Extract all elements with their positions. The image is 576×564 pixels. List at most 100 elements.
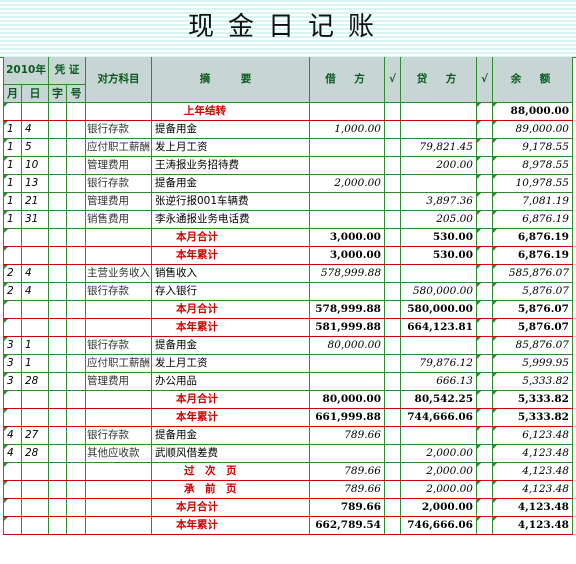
debit-check-cell[interactable] <box>384 138 401 157</box>
month-cell[interactable] <box>3 318 22 337</box>
month-cell[interactable]: 2 <box>3 282 22 301</box>
debit-cell[interactable]: 3,000.00 <box>309 228 385 247</box>
day-cell[interactable]: 13 <box>21 174 49 193</box>
zi-cell[interactable] <box>48 210 67 229</box>
account-cell[interactable]: 销售费用 <box>85 210 152 229</box>
account-cell[interactable]: 管理费用 <box>85 372 152 391</box>
zi-cell[interactable] <box>48 300 67 319</box>
credit-cell[interactable]: 664,123.81 <box>400 318 477 337</box>
day-cell[interactable]: 28 <box>21 372 49 391</box>
account-cell[interactable]: 银行存款 <box>85 426 152 445</box>
zi-cell[interactable] <box>48 444 67 463</box>
hao-cell[interactable] <box>66 102 86 121</box>
balance-cell[interactable]: 8,978.55 <box>492 156 573 175</box>
debit-check-cell[interactable] <box>384 498 401 517</box>
hao-cell[interactable] <box>66 282 86 301</box>
month-cell[interactable]: 1 <box>3 174 22 193</box>
debit-check-cell[interactable] <box>384 300 401 319</box>
debit-check-cell[interactable] <box>384 264 401 283</box>
account-cell[interactable]: 银行存款 <box>85 120 152 139</box>
day-cell[interactable] <box>21 246 49 265</box>
zi-cell[interactable] <box>48 354 67 373</box>
debit-check-cell[interactable] <box>384 246 401 265</box>
debit-cell[interactable]: 789.66 <box>309 426 385 445</box>
debit-check-cell[interactable] <box>384 318 401 337</box>
summary-cell[interactable]: 本年累计 <box>151 516 310 535</box>
credit-check-cell[interactable] <box>476 354 493 373</box>
day-cell[interactable] <box>21 498 49 517</box>
balance-cell[interactable]: 6,123.48 <box>492 426 573 445</box>
credit-check-cell[interactable] <box>476 444 493 463</box>
balance-cell[interactable]: 5,333.82 <box>492 390 573 409</box>
credit-check-cell[interactable] <box>476 120 493 139</box>
summary-cell[interactable]: 提备用金 <box>151 336 310 355</box>
account-cell[interactable]: 银行存款 <box>85 336 152 355</box>
balance-cell[interactable]: 6,876.19 <box>492 228 573 247</box>
account-cell[interactable]: 主营业务收入 <box>85 264 152 283</box>
credit-check-cell[interactable] <box>476 210 493 229</box>
credit-cell[interactable]: 580,000.00 <box>400 300 477 319</box>
day-cell[interactable] <box>21 102 49 121</box>
month-cell[interactable]: 1 <box>3 138 22 157</box>
debit-check-cell[interactable] <box>384 354 401 373</box>
hao-cell[interactable] <box>66 120 86 139</box>
credit-check-cell[interactable] <box>476 174 493 193</box>
debit-check-cell[interactable] <box>384 390 401 409</box>
debit-cell[interactable] <box>309 282 385 301</box>
debit-check-cell[interactable] <box>384 120 401 139</box>
zi-cell[interactable] <box>48 156 67 175</box>
zi-cell[interactable] <box>48 426 67 445</box>
balance-cell[interactable]: 5,333.82 <box>492 408 573 427</box>
debit-cell[interactable]: 662,789.54 <box>309 516 385 535</box>
hao-cell[interactable] <box>66 246 86 265</box>
debit-check-cell[interactable] <box>384 462 401 481</box>
day-cell[interactable]: 4 <box>21 264 49 283</box>
zi-cell[interactable] <box>48 264 67 283</box>
day-cell[interactable]: 4 <box>21 282 49 301</box>
day-cell[interactable] <box>21 300 49 319</box>
credit-check-cell[interactable] <box>476 192 493 211</box>
debit-cell[interactable] <box>309 192 385 211</box>
credit-cell[interactable] <box>400 120 477 139</box>
zi-cell[interactable] <box>48 318 67 337</box>
account-cell[interactable]: 银行存款 <box>85 174 152 193</box>
account-cell[interactable] <box>85 390 152 409</box>
zi-cell[interactable] <box>48 462 67 481</box>
account-cell[interactable]: 管理费用 <box>85 192 152 211</box>
hao-cell[interactable] <box>66 156 86 175</box>
month-cell[interactable]: 4 <box>3 426 22 445</box>
balance-cell[interactable]: 89,000.00 <box>492 120 573 139</box>
debit-check-cell[interactable] <box>384 336 401 355</box>
credit-check-cell[interactable] <box>476 138 493 157</box>
debit-check-cell[interactable] <box>384 174 401 193</box>
summary-cell[interactable]: 过 次 页 <box>151 462 310 481</box>
day-cell[interactable] <box>21 228 49 247</box>
zi-cell[interactable] <box>48 102 67 121</box>
credit-cell[interactable] <box>400 102 477 121</box>
month-cell[interactable]: 2 <box>3 264 22 283</box>
credit-cell[interactable]: 746,666.06 <box>400 516 477 535</box>
summary-cell[interactable]: 本月合计 <box>151 390 310 409</box>
debit-check-cell[interactable] <box>384 102 401 121</box>
zi-cell[interactable] <box>48 498 67 517</box>
balance-cell[interactable]: 4,123.48 <box>492 444 573 463</box>
debit-check-cell[interactable] <box>384 228 401 247</box>
debit-cell[interactable]: 578,999.88 <box>309 264 385 283</box>
day-cell[interactable] <box>21 390 49 409</box>
month-cell[interactable]: 1 <box>3 120 22 139</box>
debit-check-cell[interactable] <box>384 210 401 229</box>
zi-cell[interactable] <box>48 390 67 409</box>
summary-cell[interactable]: 本年累计 <box>151 408 310 427</box>
hao-cell[interactable] <box>66 138 86 157</box>
day-cell[interactable]: 4 <box>21 120 49 139</box>
credit-check-cell[interactable] <box>476 516 493 535</box>
zi-cell[interactable] <box>48 282 67 301</box>
summary-cell[interactable]: 本月合计 <box>151 300 310 319</box>
hao-cell[interactable] <box>66 444 86 463</box>
debit-cell[interactable]: 578,999.88 <box>309 300 385 319</box>
summary-cell[interactable]: 存入银行 <box>151 282 310 301</box>
summary-cell[interactable]: 提备用金 <box>151 174 310 193</box>
hao-cell[interactable] <box>66 408 86 427</box>
account-cell[interactable]: 银行存款 <box>85 282 152 301</box>
summary-cell[interactable]: 提备用金 <box>151 426 310 445</box>
